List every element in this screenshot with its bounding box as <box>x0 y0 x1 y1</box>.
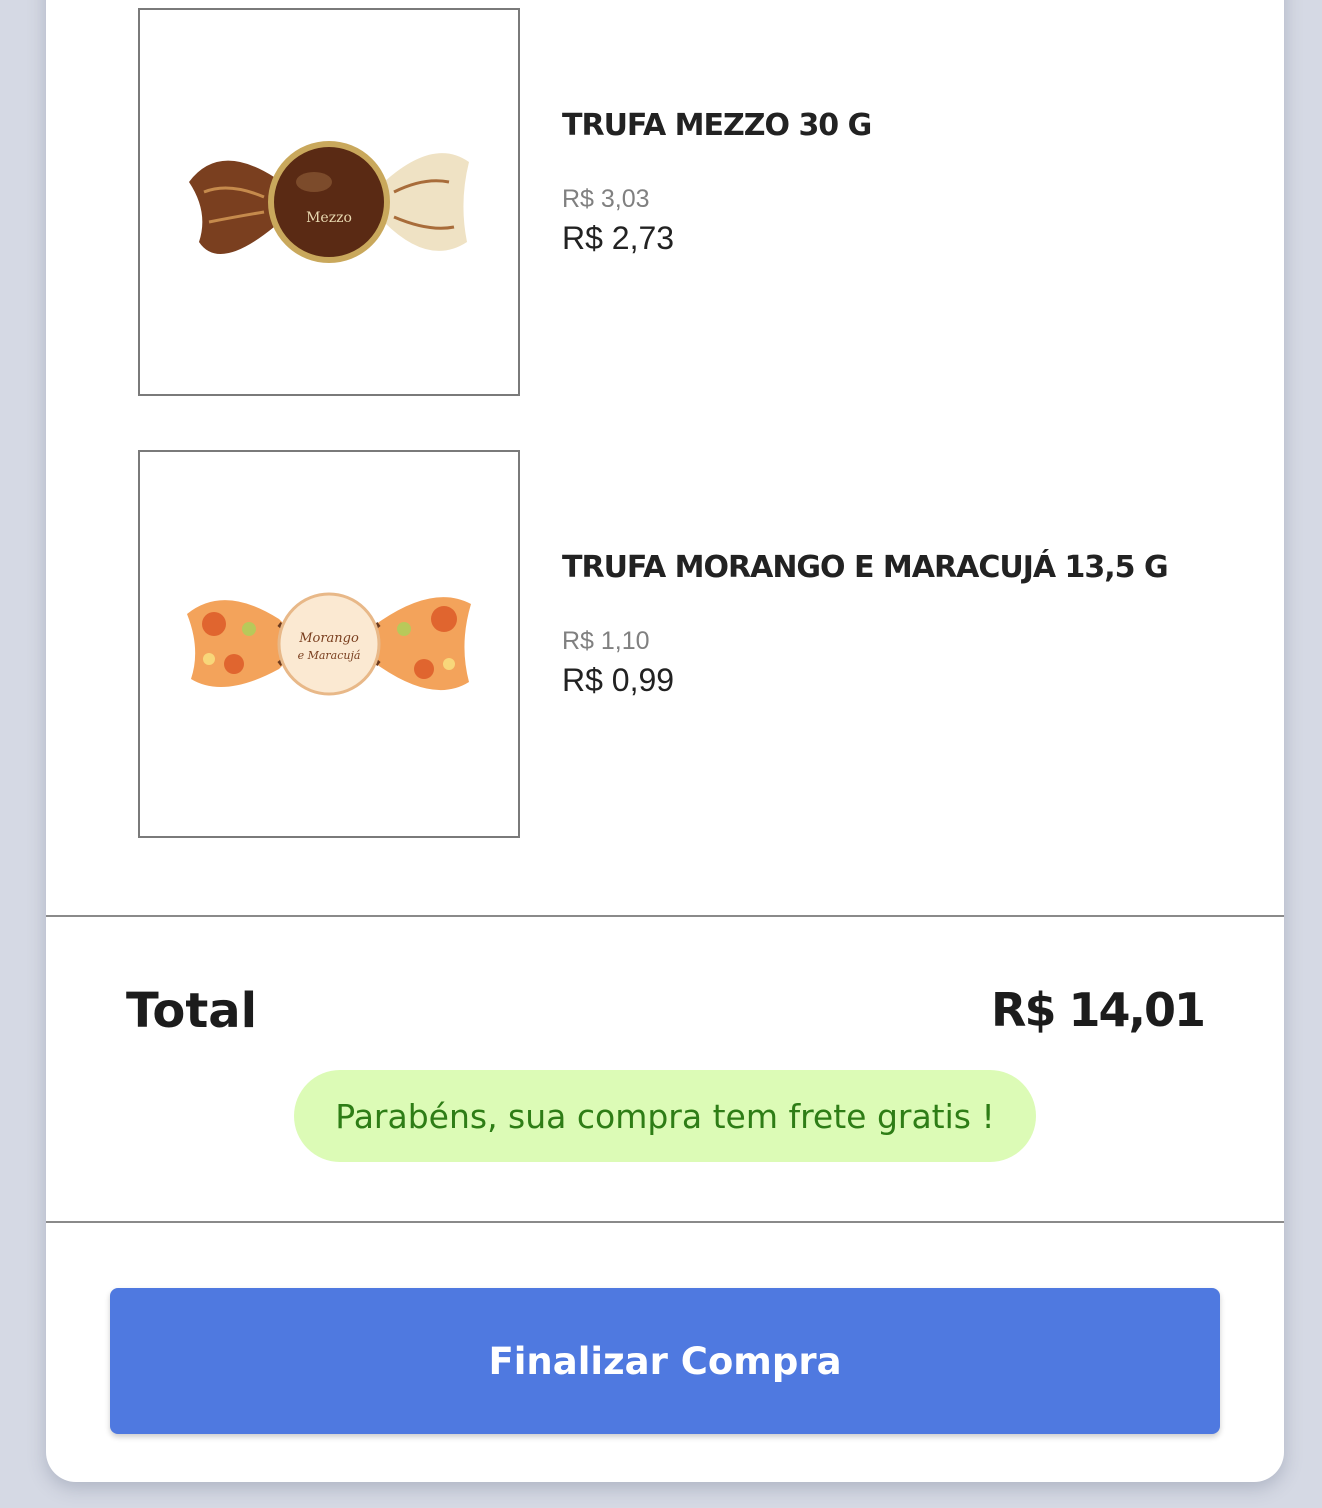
product-name[interactable]: TRUFA MORANGO E MARACUJÁ 13,5 G <box>562 550 1169 585</box>
product-old-price: R$ 1,10 <box>562 627 650 655</box>
total-label: Total <box>126 983 258 1039</box>
svg-text:Morango: Morango <box>298 631 359 646</box>
free-shipping-badge: Parabéns, sua compra tem frete gratis ! <box>294 1070 1036 1162</box>
product-info: TRUFA MEZZO 30 G R$ 3,03 R$ 2,73 <box>562 108 872 257</box>
cart-item: Mezzo TRUFA MEZZO 30 G R$ 3,03 R$ 2,73 <box>138 8 1238 398</box>
product-image[interactable]: Morango e Maracujá <box>138 450 520 838</box>
product-info: TRUFA MORANGO E MARACUJÁ 13,5 G R$ 1,10 … <box>562 550 1169 699</box>
product-image[interactable]: Mezzo <box>138 8 520 396</box>
divider <box>46 915 1284 917</box>
cart-item: Morango e Maracujá TRUFA MORANGO E MARAC… <box>138 450 1238 840</box>
product-name[interactable]: TRUFA MEZZO 30 G <box>562 108 872 143</box>
product-price: R$ 2,73 <box>562 220 675 256</box>
truffle-morango-maracuja-image: Morango e Maracujá <box>187 592 471 696</box>
truffle-mezzo-image: Mezzo <box>189 141 469 263</box>
product-price: R$ 0,99 <box>562 662 675 698</box>
product-old-price: R$ 3,03 <box>562 185 650 213</box>
total-value: R$ 14,01 <box>991 983 1206 1037</box>
cart-panel: Mezzo TRUFA MEZZO 30 G R$ 3,03 R$ 2,73 M… <box>46 0 1284 1482</box>
mezzo-label: Mezzo <box>306 210 352 226</box>
checkout-button[interactable]: Finalizar Compra <box>110 1288 1220 1434</box>
svg-text:e Maracujá: e Maracujá <box>298 649 361 662</box>
divider <box>46 1221 1284 1223</box>
